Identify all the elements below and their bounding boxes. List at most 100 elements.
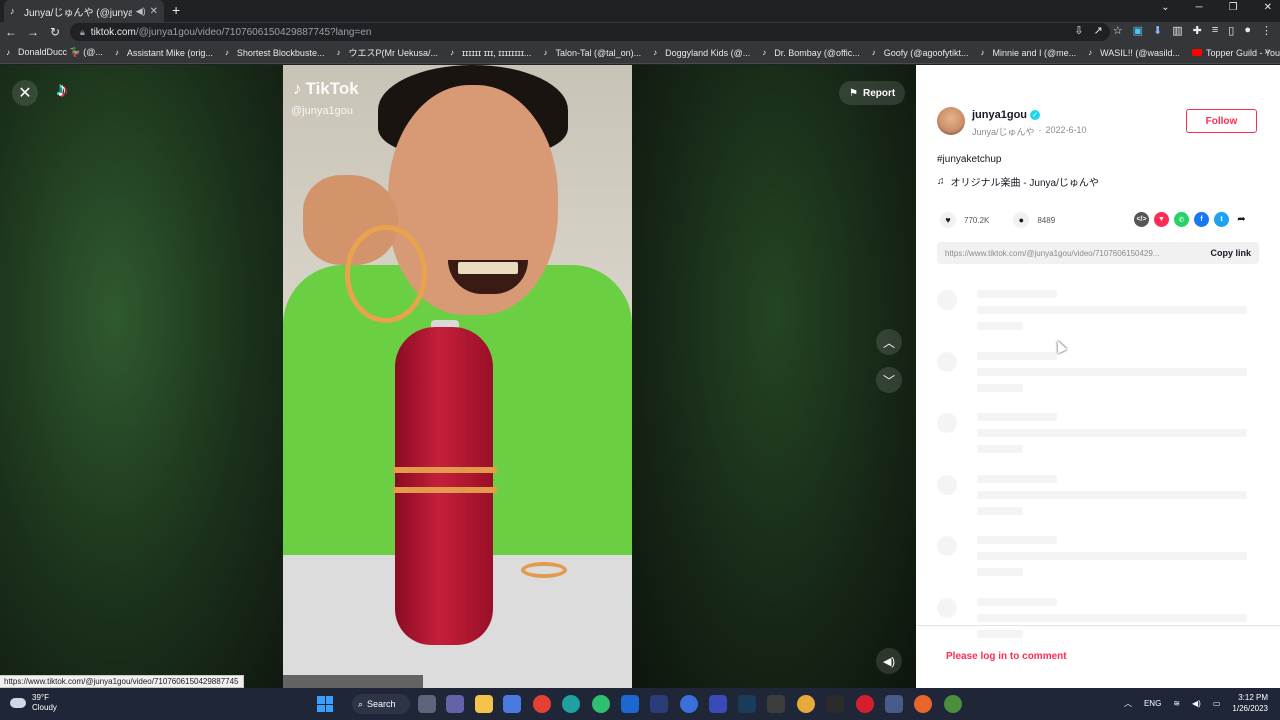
menu-icon[interactable]: ⋮ (1261, 24, 1272, 37)
taskbar-search-button[interactable]: ⌕ Search (352, 694, 410, 714)
reading-list-icon[interactable]: ≡ (1212, 24, 1218, 37)
bookmark-item[interactable]: ♪ Shortest Blockbuste... (225, 48, 325, 58)
tab-title: Junya/じゅんや (@junya1gou) (24, 7, 132, 19)
minimize-icon[interactable]: ─ (1196, 2, 1203, 13)
skeleton-line (977, 536, 1057, 544)
opera-icon[interactable] (856, 695, 874, 713)
embed-code-icon[interactable]: </> (1134, 212, 1149, 227)
reload-icon[interactable]: ↻ (44, 25, 66, 39)
task-view-icon[interactable] (418, 695, 436, 713)
profile-icon[interactable]: ● (1244, 24, 1251, 37)
bookmark-item[interactable]: ♪ Assistant Mike (orig... (115, 48, 213, 58)
share-page-icon[interactable]: ↗ (1094, 24, 1103, 37)
media-extension-icon[interactable]: ▥ (1172, 24, 1182, 37)
bookmark-item[interactable]: ♪ ɪɪɪɪɪɪ ɪɪɪ, ɪɪɪɪɪɪɪɪ... (450, 48, 531, 58)
after-effects-icon[interactable] (650, 695, 668, 713)
bookmark-item[interactable]: ♪ ウエスP(Mr Uekusa/... (336, 46, 438, 59)
forward-icon[interactable]: → (22, 25, 44, 39)
language-indicator[interactable]: ENG (1144, 699, 1161, 708)
game-app-icon[interactable] (885, 695, 903, 713)
download-extension-icon[interactable]: ⬇ (1153, 24, 1162, 37)
chrome-icon[interactable] (533, 695, 551, 713)
report-button[interactable]: ⚑ Report (839, 81, 906, 105)
video-player[interactable]: ♪ TikTok @junya1gou (283, 65, 632, 688)
bookmark-item[interactable]: ♪ Minnie and I (@me... (980, 48, 1076, 58)
install-icon[interactable]: ⇩ (1074, 24, 1083, 37)
send-to-friends-icon[interactable]: ▼ (1154, 212, 1169, 227)
avatar[interactable] (937, 107, 965, 135)
copy-link-box: https://www.tiktok.com/@junya1gou/video/… (937, 242, 1259, 264)
share-arrow-icon[interactable]: ➦ (1234, 212, 1249, 227)
like-heart-icon[interactable]: ♥ (940, 212, 956, 228)
tab-close-icon[interactable]: ✕ (150, 6, 158, 17)
hashtag-link[interactable]: #junyaketchup (937, 154, 1002, 165)
volume-tray-icon[interactable]: ◀) (1192, 699, 1201, 708)
skeleton-line (977, 568, 1023, 576)
follow-button[interactable]: Follow (1186, 109, 1257, 133)
bookmark-item[interactable]: ♪ WASIL!! (@wasild... (1088, 48, 1180, 58)
bookmark-item[interactable]: ♪ DonaldDucc 🦆 (@... (6, 47, 103, 58)
cloud-app-icon[interactable] (621, 695, 639, 713)
app-grid-icon[interactable] (826, 695, 844, 713)
bookmark-item[interactable]: ♪ Doggyland Kids (@... (653, 48, 750, 58)
previous-video-button[interactable]: ︿ (876, 329, 902, 355)
system-tray: ︿ ENG ≋ ◀) ▭ 3:12 PM 1/26/2023 (1124, 692, 1268, 714)
audio-playing-icon[interactable]: ◀) (136, 6, 146, 17)
weather-widget[interactable]: 39°F Cloudy (10, 693, 57, 713)
temperature: 39°F (32, 693, 49, 702)
username[interactable]: junya1gou ✓ (972, 109, 1041, 121)
video-area[interactable]: ♪ TikTok @junya1gou ✕ ♪ ⚑ Report ︿ ﹀ ◀) (0, 65, 916, 688)
new-tab-button[interactable]: + (172, 2, 180, 18)
close-video-button[interactable]: ✕ (12, 80, 38, 106)
store-icon[interactable] (503, 695, 521, 713)
bookmarks-overflow-icon[interactable]: » (1264, 46, 1270, 57)
bookmark-item[interactable]: ♪ Goofy (@agoofytikt... (872, 48, 969, 58)
address-bar[interactable]: 🔒︎ tiktok.com/@junya1gou/video/710760615… (70, 23, 1110, 41)
wifi-icon[interactable]: ≋ (1173, 699, 1180, 708)
start-button-icon[interactable] (317, 696, 333, 712)
tab-search-icon[interactable]: ⌄ (1161, 2, 1169, 13)
bookmark-item[interactable]: ♪ Dr. Bombay (@offic... (762, 48, 860, 58)
sidepanel-icon[interactable]: ▯ (1228, 24, 1234, 37)
twitter-icon[interactable]: t (1214, 212, 1229, 227)
skeleton-line (977, 384, 1023, 392)
lock-icon[interactable]: 🔒︎ (80, 27, 85, 38)
music-note-icon: ♫ (937, 176, 945, 187)
next-video-button[interactable]: ﹀ (876, 367, 902, 393)
copy-link-button[interactable]: Copy link (1210, 248, 1251, 258)
volume-button[interactable]: ◀) (876, 648, 902, 674)
comment-footer: Please log in to comment (916, 625, 1280, 688)
teams-chat-icon[interactable] (446, 695, 464, 713)
battery-icon[interactable]: ▭ (1213, 699, 1221, 708)
colorful-app-icon[interactable] (914, 695, 932, 713)
browser-tab[interactable]: ♪ Junya/じゅんや (@junya1gou) ◀) ✕ (4, 0, 164, 22)
restore-icon[interactable]: ❐ (1229, 2, 1238, 13)
chrome-canary-icon[interactable] (592, 695, 610, 713)
chrome-dev-icon[interactable] (944, 695, 962, 713)
file-explorer-icon[interactable] (475, 695, 493, 713)
clock[interactable]: 3:12 PM 1/26/2023 (1232, 692, 1268, 714)
music-link[interactable]: ♫ オリジナル楽曲 - Junya/じゅんや (937, 174, 1099, 189)
bookmark-item[interactable]: ♪ Talon-Tal (@tal_on)... (543, 48, 641, 58)
tiktok-logo-icon[interactable]: ♪ (57, 79, 79, 103)
comment-icon[interactable]: ● (1013, 212, 1030, 228)
browser-app-icon[interactable] (680, 695, 698, 713)
back-icon[interactable]: ← (0, 25, 22, 39)
login-to-comment-link[interactable]: Please log in to comment (946, 651, 1067, 662)
tiktok-icon: ♪ (653, 47, 658, 57)
facebook-icon[interactable]: f (1194, 212, 1209, 227)
bookmark-star-icon[interactable]: ☆ (1113, 24, 1123, 37)
edge-icon[interactable] (562, 695, 580, 713)
chevron-up-tray-icon[interactable]: ︿ (1124, 698, 1132, 709)
extension-badge-icon[interactable]: ▣ (1133, 24, 1143, 37)
video-link[interactable]: https://www.tiktok.com/@junya1gou/video/… (945, 249, 1185, 258)
close-window-icon[interactable]: ✕ (1264, 2, 1272, 13)
video-progress-bar[interactable] (283, 675, 423, 688)
whatsapp-icon[interactable]: ✆ (1174, 212, 1189, 227)
puzzle-icon[interactable]: ✚ (1193, 24, 1202, 37)
skeleton-line (977, 413, 1057, 421)
chrome-beta-icon[interactable] (797, 695, 815, 713)
terminal-icon[interactable] (767, 695, 785, 713)
audition-icon[interactable] (738, 695, 756, 713)
video-app-icon[interactable] (709, 695, 727, 713)
